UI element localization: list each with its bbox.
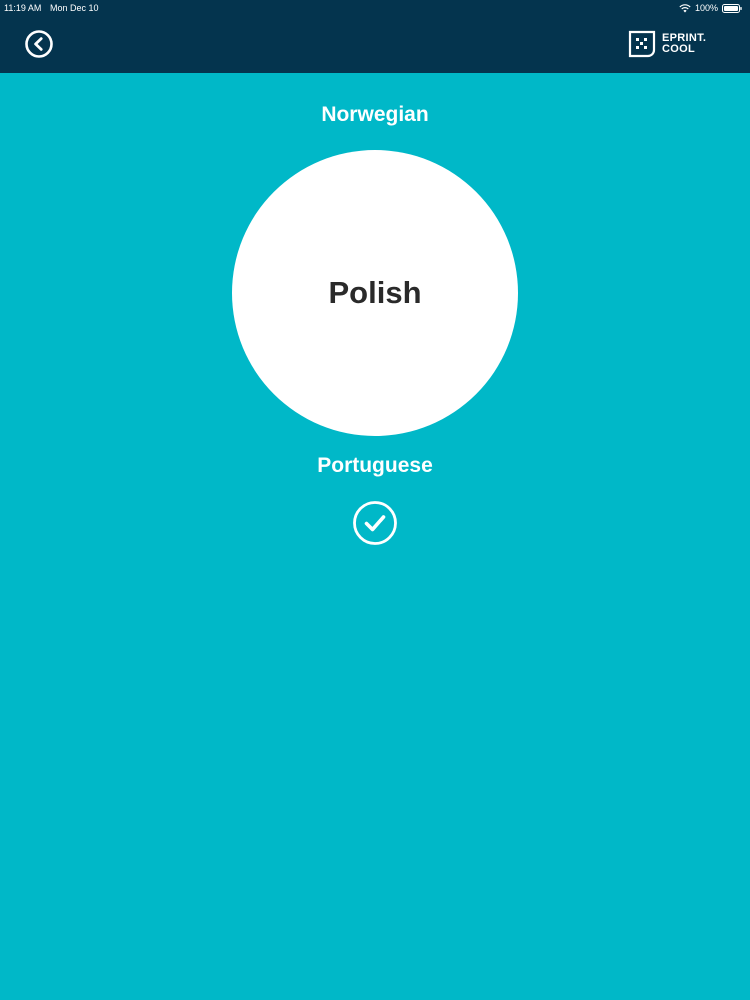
status-indicators: 100% xyxy=(679,1,742,15)
previous-language-option[interactable]: Norwegian xyxy=(0,102,750,128)
selected-language-circle[interactable]: Polish xyxy=(232,150,518,436)
eprint-cool-logo: EPRINT. COOL xyxy=(628,28,720,60)
next-language-option[interactable]: Portuguese xyxy=(0,453,750,479)
battery-percentage: 100% xyxy=(694,3,718,13)
status-date: Mon Dec 10 xyxy=(50,3,99,13)
selected-language-label: Polish xyxy=(328,275,422,310)
logo-mark-icon xyxy=(628,30,656,58)
language-picker-screen: 11:19 AM Mon Dec 10 100% EPRINT. COOL No… xyxy=(0,0,750,1000)
top-navigation-bar: 11:19 AM Mon Dec 10 100% EPRINT. COOL xyxy=(0,0,750,73)
battery-icon xyxy=(722,3,742,13)
logo-wordmark: EPRINT. COOL xyxy=(662,33,706,55)
confirm-button[interactable] xyxy=(352,500,398,546)
status-time: 11:19 AM xyxy=(4,3,42,13)
status-bar: 11:19 AM Mon Dec 10 100% xyxy=(0,0,750,16)
logo-line-2: COOL xyxy=(662,43,695,55)
back-button[interactable] xyxy=(24,29,54,59)
wifi-icon xyxy=(679,3,691,12)
